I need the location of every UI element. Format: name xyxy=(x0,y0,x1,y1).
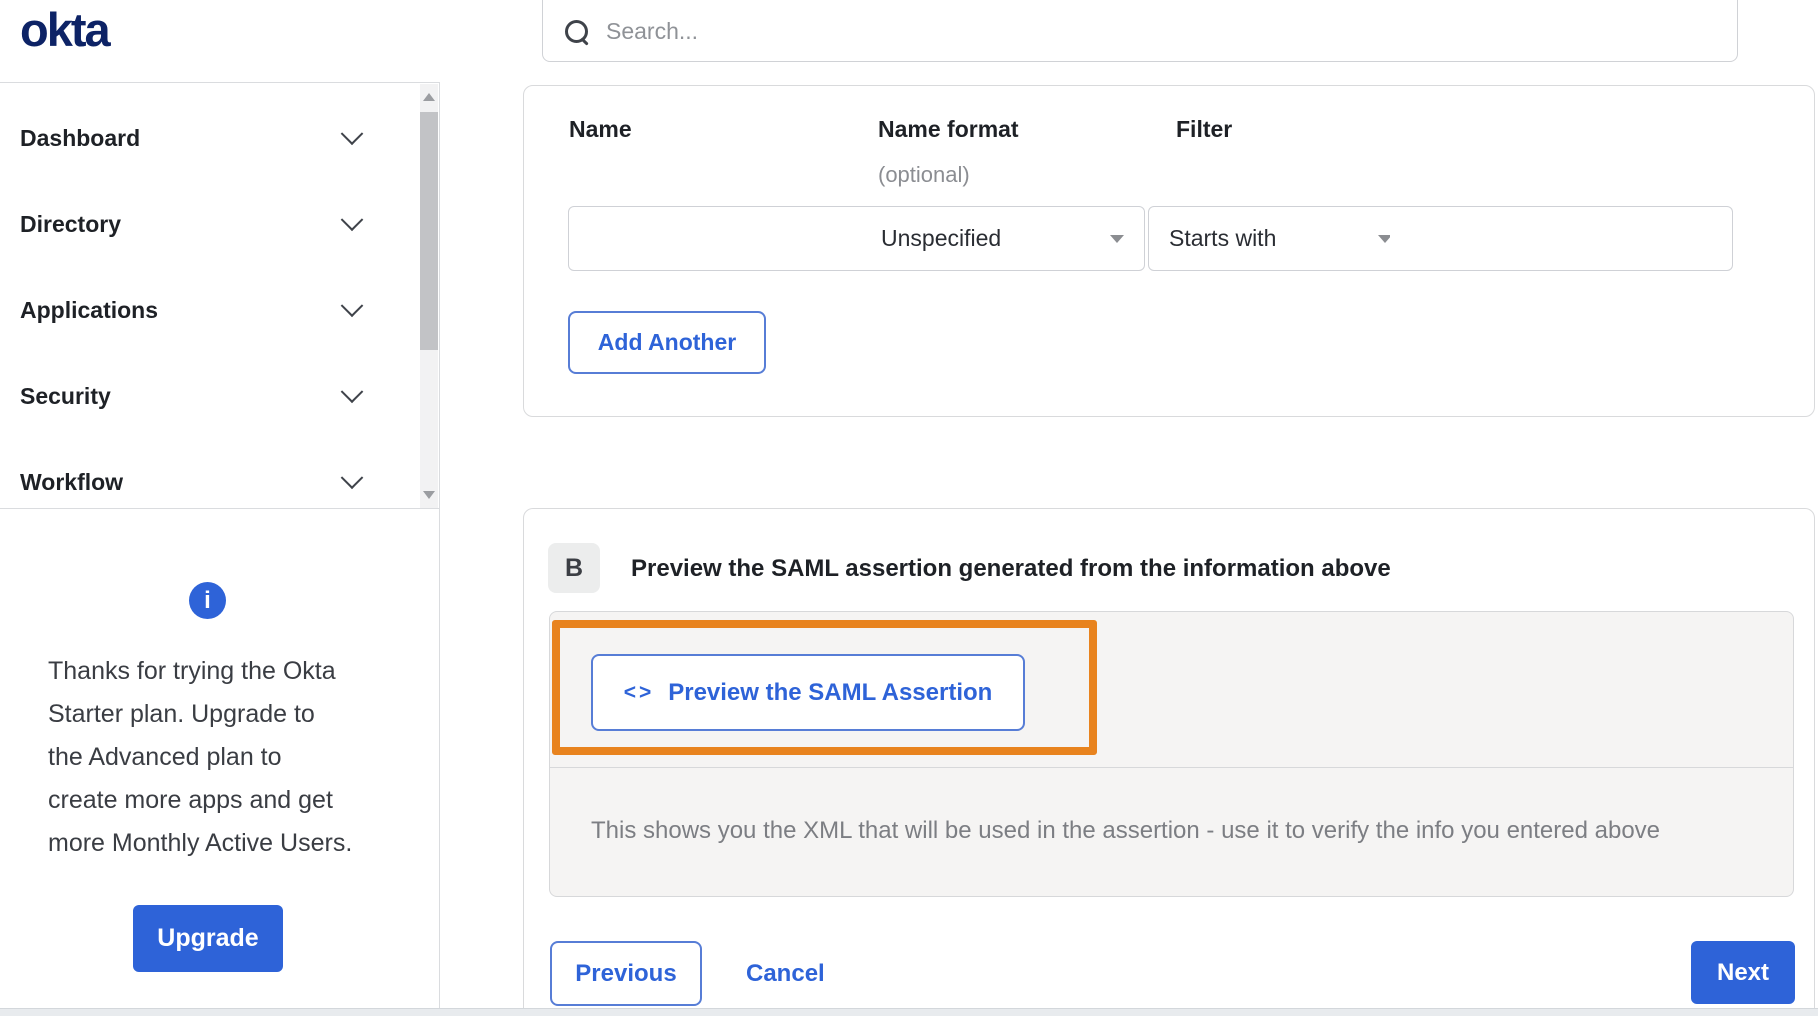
chevron-down-icon xyxy=(340,208,364,232)
upsell-text-line: Thanks for trying the Okta xyxy=(48,657,336,685)
upsell-text-line: the Advanced plan to xyxy=(48,743,282,771)
section-b-badge: B xyxy=(548,543,600,593)
filter-value-input[interactable] xyxy=(1390,206,1733,271)
attribute-name-input[interactable] xyxy=(568,206,896,271)
sidebar-scrollbar[interactable] xyxy=(420,84,438,508)
info-icon-glyph: i xyxy=(204,586,211,614)
name-format-column-header: Name format xyxy=(878,116,1019,142)
preview-saml-card: B Preview the SAML assertion generated f… xyxy=(523,508,1815,1016)
scroll-up-button[interactable] xyxy=(420,84,438,110)
upsell-text-line: create more apps and get xyxy=(48,786,333,814)
preview-panel-divider xyxy=(549,767,1794,768)
sidebar-item-label: Dashboard xyxy=(20,124,141,151)
okta-logo[interactable]: okta xyxy=(20,2,111,57)
filter-type-value: Starts with xyxy=(1169,225,1277,251)
scrollbar-thumb[interactable] xyxy=(420,112,438,350)
upsell-message: Thanks for trying the Okta Starter plan.… xyxy=(48,650,388,865)
sidebar-top-divider xyxy=(0,82,439,83)
preview-saml-assertion-button[interactable]: <> Preview the SAML Assertion xyxy=(591,654,1025,731)
chevron-down-icon xyxy=(340,380,364,404)
chevron-down-icon xyxy=(340,122,364,146)
cancel-link[interactable]: Cancel xyxy=(746,941,825,1006)
sidebar-item-applications[interactable]: Applications xyxy=(0,267,418,353)
preview-description: This shows you the XML that will be used… xyxy=(591,817,1661,844)
scroll-down-button[interactable] xyxy=(420,482,438,508)
upgrade-button[interactable]: Upgrade xyxy=(133,905,283,972)
name-format-value: Unspecified xyxy=(881,225,1002,251)
filter-type-dropdown[interactable]: Starts with xyxy=(1148,206,1413,271)
code-brackets-icon: <> xyxy=(623,680,655,704)
name-format-optional-label: (optional) xyxy=(878,162,970,187)
sidebar-item-label: Applications xyxy=(20,296,159,323)
search-box[interactable] xyxy=(542,0,1738,62)
sidebar-item-label: Security xyxy=(20,382,111,409)
sidebar-item-directory[interactable]: Directory xyxy=(0,181,418,267)
name-format-dropdown[interactable]: Unspecified xyxy=(861,206,1145,271)
sidebar-right-border xyxy=(439,82,440,1008)
chevron-down-icon xyxy=(340,294,364,318)
scroll-down-icon xyxy=(423,491,435,499)
filter-column-header: Filter xyxy=(1176,116,1233,142)
scroll-up-icon xyxy=(423,93,435,101)
attribute-statements-card: Name Name format (optional) Filter Unspe… xyxy=(523,85,1815,417)
viewport-bottom-strip xyxy=(0,1008,1818,1016)
info-icon: i xyxy=(189,582,226,619)
search-icon xyxy=(565,19,588,43)
previous-button[interactable]: Previous xyxy=(550,941,702,1006)
sidebar-item-security[interactable]: Security xyxy=(0,353,418,439)
preview-saml-assertion-label: Preview the SAML Assertion xyxy=(668,678,993,706)
sidebar-item-dashboard[interactable]: Dashboard xyxy=(0,95,418,181)
okta-admin-page: okta Dashboard Directory Applications Se… xyxy=(0,0,1818,1016)
sidebar-item-label: Workflow xyxy=(20,468,124,495)
name-column-header: Name xyxy=(569,116,632,142)
sidebar-item-workflow[interactable]: Workflow xyxy=(0,439,418,525)
section-b-title: Preview the SAML assertion generated fro… xyxy=(631,555,1391,582)
chevron-down-icon xyxy=(340,466,364,490)
next-button[interactable]: Next xyxy=(1691,941,1795,1004)
sidebar-item-label: Directory xyxy=(20,210,121,237)
add-another-button[interactable]: Add Another xyxy=(568,311,766,374)
upsell-text-line: Starter plan. Upgrade to xyxy=(48,700,315,728)
search-input[interactable] xyxy=(604,16,1658,46)
dropdown-caret-icon xyxy=(1110,234,1124,243)
upsell-text-line: more Monthly Active Users. xyxy=(48,829,353,857)
